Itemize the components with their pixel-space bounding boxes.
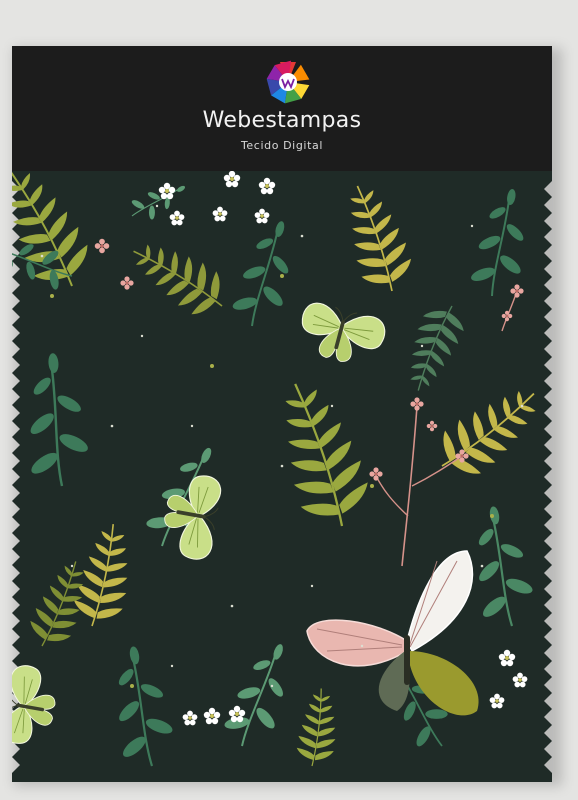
fabric-swatch-card: Webestampas Tecido Digital [12, 46, 552, 782]
brand-name: Webestampas [202, 108, 362, 133]
webestampas-logo [266, 60, 310, 104]
brand-tagline: Tecido Digital [240, 139, 323, 152]
brand-header: Webestampas Tecido Digital [12, 46, 552, 171]
